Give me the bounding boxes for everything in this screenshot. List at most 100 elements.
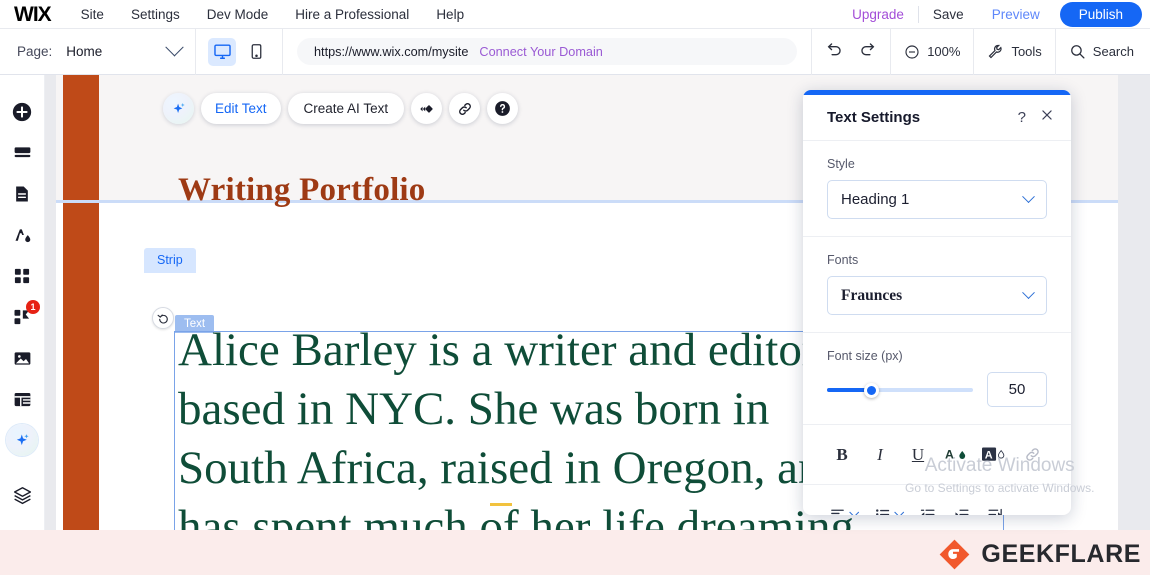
style-dropdown-value: Heading 1 (841, 191, 910, 208)
desktop-view-button[interactable] (208, 37, 236, 66)
edit-text-button[interactable]: Edit Text (201, 93, 281, 124)
sidebar-item-apps-market[interactable] (5, 259, 39, 293)
text-direction-button[interactable] (987, 506, 1004, 515)
sidebar-item-ai-assistant[interactable] (5, 423, 39, 457)
menu-item-site[interactable]: Site (81, 7, 104, 22)
font-dropdown[interactable]: Fraunces (827, 276, 1047, 315)
menu-item-settings[interactable]: Settings (131, 7, 180, 22)
redo-icon (861, 42, 875, 55)
top-menu-bar: WIX Site Settings Dev Mode Hire a Profes… (0, 0, 1150, 29)
save-button[interactable]: Save (919, 7, 978, 22)
text-settings-panel: Text Settings ? Style Heading 1 Fonts Fr… (803, 90, 1071, 515)
sidebar-item-content-manager[interactable] (5, 382, 39, 416)
wix-logo[interactable]: WIX (14, 4, 52, 25)
connect-domain-link[interactable]: Connect Your Domain (479, 45, 602, 59)
search-group: Search (1054, 28, 1150, 75)
close-icon (1042, 110, 1052, 120)
zoom-group: 100% (890, 28, 973, 75)
chevron-down-icon (1022, 286, 1035, 300)
page-heading[interactable]: Writing Portfolio (178, 172, 426, 209)
chevron-down-icon (165, 38, 184, 57)
sparkle-icon (173, 102, 185, 113)
publish-button[interactable]: Publish (1059, 2, 1142, 27)
link-icon (1025, 448, 1039, 461)
ai-suggestions-button[interactable] (163, 93, 194, 124)
history-group (811, 28, 890, 75)
geekflare-wordmark: GEEKFLARE (981, 540, 1141, 568)
create-ai-text-button[interactable]: Create AI Text (287, 93, 405, 124)
sidebar-item-add-element[interactable] (5, 95, 39, 129)
editor-toolbar: Page: Home https://www.wix.com/mysite Co… (0, 28, 1150, 75)
sidebar-item-media[interactable] (5, 341, 39, 375)
mobile-view-button[interactable] (242, 38, 270, 66)
device-switcher (196, 28, 283, 75)
decorative-side-strip (63, 75, 99, 530)
layers-icon (13, 486, 31, 504)
notification-badge: 1 (26, 300, 40, 314)
link-button[interactable] (1019, 442, 1045, 468)
desktop-icon (213, 44, 231, 59)
style-dropdown[interactable]: Heading 1 (827, 180, 1047, 219)
highlight-color-button[interactable]: A (981, 442, 1007, 468)
bold-button[interactable]: B (829, 442, 855, 468)
grid-icon (14, 268, 30, 284)
increase-indent-button[interactable] (953, 506, 970, 515)
list-style-button[interactable] (874, 506, 905, 515)
menu-item-dev-mode[interactable]: Dev Mode (207, 7, 269, 22)
plus-circle-icon (12, 102, 32, 122)
site-url-text: https://www.wix.com/mysite (314, 44, 469, 59)
animation-button[interactable] (411, 93, 443, 124)
strip-label-badge: Strip (144, 248, 196, 273)
font-size-row: 50 (827, 372, 1047, 407)
site-url-field[interactable]: https://www.wix.com/mysite Connect Your … (297, 38, 798, 65)
font-size-input[interactable]: 50 (987, 372, 1047, 407)
redo-button[interactable] (858, 40, 877, 64)
italic-button[interactable]: I (867, 442, 893, 468)
sidebar-item-site-design[interactable] (5, 218, 39, 252)
wix-editor-window: WIX Site Settings Dev Mode Hire a Profes… (0, 0, 1150, 575)
font-size-slider[interactable] (827, 382, 973, 398)
text-align-button[interactable] (829, 506, 860, 515)
sidebar-item-layers[interactable] (5, 478, 39, 512)
sidebar-item-add-section[interactable] (5, 136, 39, 170)
upgrade-link[interactable]: Upgrade (838, 7, 918, 22)
style-section: Style Heading 1 (803, 141, 1071, 237)
panel-header-actions: ? (1018, 108, 1054, 127)
font-size-section: Font size (px) 50 (803, 333, 1071, 425)
link-icon (458, 102, 471, 115)
undo-button[interactable] (825, 40, 844, 64)
table-icon (14, 392, 30, 406)
question-mark-icon[interactable]: ? (1018, 109, 1026, 126)
page-selector[interactable]: Page: Home (0, 28, 196, 75)
search-label: Search (1092, 44, 1134, 59)
font-size-label: Font size (px) (827, 349, 903, 363)
outdent-icon (920, 509, 935, 515)
sparkle-icon (16, 433, 29, 445)
preview-button[interactable]: Preview (978, 7, 1054, 22)
link-button[interactable] (449, 93, 481, 124)
zoom-value: 100% (927, 44, 961, 59)
sidebar-item-pages[interactable] (5, 177, 39, 211)
left-sidebar-rail: 1 (0, 75, 45, 530)
chevron-down-icon (1022, 190, 1035, 204)
menu-item-help[interactable]: Help (436, 7, 464, 22)
search-button[interactable]: Search (1069, 43, 1134, 60)
sidebar-item-my-business[interactable]: 1 (5, 300, 40, 334)
help-button[interactable] (487, 93, 519, 124)
text-color-button[interactable]: A (943, 442, 969, 468)
geekflare-logo-icon (940, 539, 970, 570)
panel-header: Text Settings ? (803, 95, 1071, 141)
rotate-handle[interactable] (152, 307, 174, 329)
tools-button[interactable]: Tools (987, 43, 1042, 60)
slider-thumb[interactable] (863, 382, 879, 398)
tools-label: Tools (1011, 44, 1042, 59)
decrease-indent-button[interactable] (919, 506, 936, 515)
zoom-control[interactable]: 100% (904, 44, 960, 60)
close-button[interactable] (1040, 108, 1054, 127)
menu-item-hire-a-professional[interactable]: Hire a Professional (295, 7, 409, 22)
tools-group: Tools (973, 28, 1054, 75)
underline-button[interactable]: U (905, 442, 931, 468)
text-format-row: B I U A A (803, 425, 1071, 485)
fonts-label: Fonts (827, 253, 859, 267)
help-circle-icon (495, 101, 510, 116)
